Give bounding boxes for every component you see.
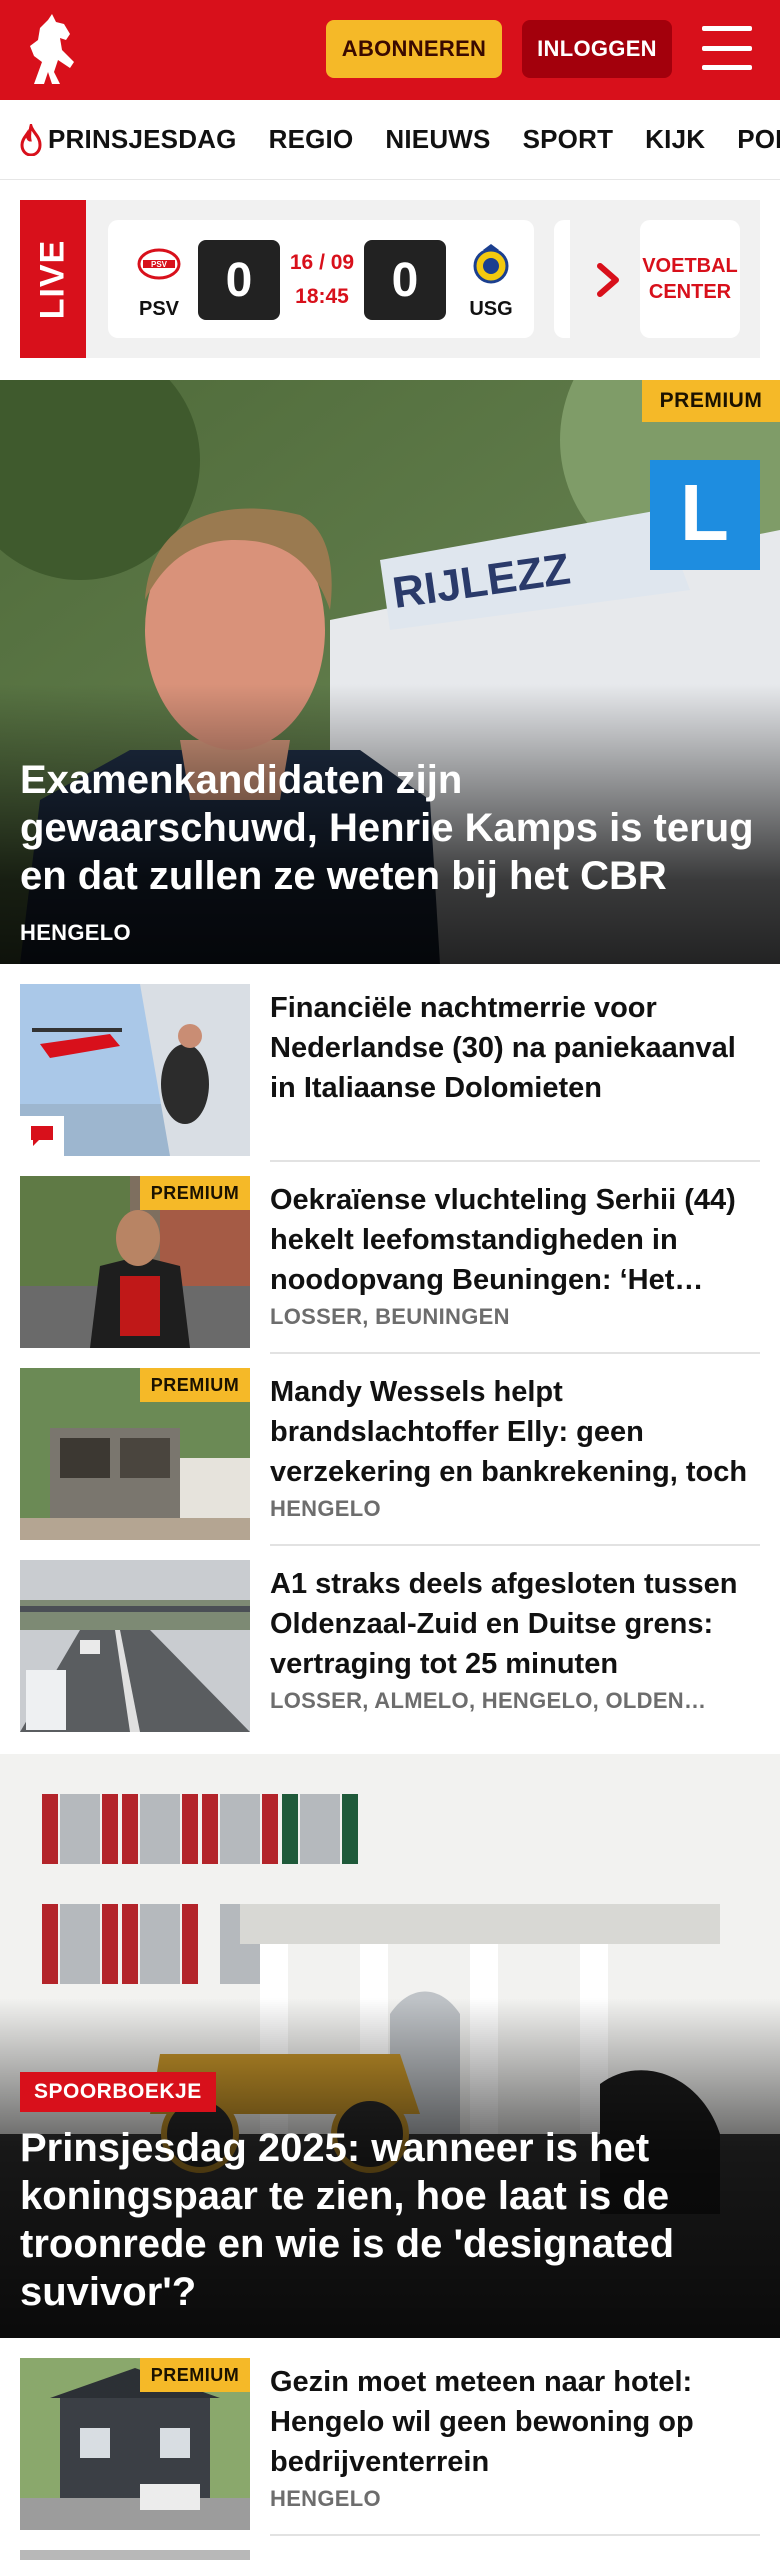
article-location: LOSSER, BEUNINGEN: [270, 1304, 510, 1329]
hero-location: HENGELO: [20, 920, 131, 945]
live-tag: LIVE: [20, 200, 86, 358]
premium-badge: PREMIUM: [140, 1176, 250, 1210]
hero-article[interactable]: RIJLEZZ L PREMIUM Examenkandidaten zijn …: [0, 380, 780, 964]
away-team: USG: [456, 242, 526, 321]
match-time: 18:45: [295, 285, 349, 308]
list-item[interactable]: PREMIUM Mandy Wessels helpt brandslachto…: [20, 1368, 760, 1546]
article-location: HENGELO: [270, 2486, 381, 2511]
subscribe-button[interactable]: ABONNEREN: [326, 20, 502, 78]
home-team-name: PSV: [138, 298, 180, 320]
list-item[interactable]: PREMIUM Oekraïense vluchteling Serhii (4…: [20, 1176, 760, 1354]
match-date: 16 / 09: [289, 251, 355, 274]
match-datetime: 16 / 09 18:45: [278, 246, 366, 314]
article-thumbnail: PREMIUM: [20, 1176, 250, 1348]
match-card[interactable]: PSV PSV 0 16 / 09 18:45 0 USG: [108, 220, 534, 338]
nav-item-podcast[interactable]: PODCA: [737, 124, 780, 155]
nav-item-kijk[interactable]: KIJK: [645, 124, 705, 155]
article-thumbnail: [20, 984, 250, 1156]
next-match-card-edge[interactable]: [554, 220, 570, 338]
article-thumbnail: [20, 2550, 250, 2560]
premium-badge: PREMIUM: [642, 380, 780, 422]
article-thumbnail: PREMIUM: [20, 1368, 250, 1540]
article-thumbnail: [20, 1560, 250, 1732]
voetbal-center-link[interactable]: VOETBAL CENTER: [640, 220, 740, 338]
category-tag: SPOORBOEKJE: [20, 2072, 216, 2112]
article-title[interactable]: Oekraïense vluchteling Serhii (44) hekel…: [270, 1180, 750, 1300]
top-header: ABONNEREN INLOGGEN: [0, 0, 780, 100]
premium-badge: PREMIUM: [140, 1368, 250, 1402]
menu-icon[interactable]: [702, 26, 752, 70]
article-title[interactable]: A1 straks deels afgesloten tussen Oldenz…: [270, 1564, 750, 1684]
list-item[interactable]: A1 straks deels afgesloten tussen Oldenz…: [20, 1560, 760, 1738]
list-item[interactable]: PREMIUM Gezin moet meteen naar hotel: He…: [20, 2358, 760, 2536]
away-score: 0: [364, 240, 446, 320]
article-title[interactable]: Gezin moet meteen naar hotel: Hengelo wi…: [270, 2362, 750, 2482]
comment-icon: [20, 1116, 64, 1156]
list-item[interactable]: Financiële nachtmerrie voor Nederlandse …: [20, 984, 760, 1162]
flame-icon: [20, 123, 42, 156]
hero-title[interactable]: Prinsjesdag 2025: wanneer is het konings…: [20, 2124, 760, 2316]
premium-badge: PREMIUM: [140, 2358, 250, 2392]
away-team-name: USG: [469, 298, 513, 320]
article-title[interactable]: Financiële nachtmerrie voor Nederlandse …: [270, 988, 750, 1108]
horse-logo-icon[interactable]: [20, 10, 84, 90]
psv-crest-icon: PSV: [137, 248, 181, 280]
usg-crest-icon: [473, 244, 509, 284]
nav-label: PRINSJESDAG: [48, 124, 237, 154]
hero-article-prinsjesdag[interactable]: SPOORBOEKJE Prinsjesdag 2025: wanneer is…: [0, 1754, 780, 2338]
main-nav: PRINSJESDAG REGIO NIEUWS SPORT KIJK PODC…: [0, 100, 780, 180]
list-item-partial[interactable]: [20, 2550, 760, 2560]
nav-item-regio[interactable]: REGIO: [269, 124, 354, 155]
hero-title[interactable]: Examenkandidaten zijn gewaarschuwd, Henr…: [20, 756, 760, 900]
login-button[interactable]: INLOGGEN: [522, 20, 672, 78]
article-thumbnail: PREMIUM: [20, 2358, 250, 2530]
nav-item-prinsjesdag[interactable]: PRINSJESDAG: [18, 123, 237, 156]
svg-text:PSV: PSV: [151, 260, 168, 269]
article-title[interactable]: Mandy Wessels helpt brandslachtoffer Ell…: [270, 1372, 750, 1492]
article-location: HENGELO: [270, 1496, 381, 1521]
svg-text:L: L: [680, 468, 729, 557]
chevron-right-icon[interactable]: [592, 262, 624, 298]
article-location: LOSSER, ALMELO, HENGELO, OLDEN…: [270, 1688, 707, 1713]
nav-item-nieuws[interactable]: NIEUWS: [385, 124, 490, 155]
home-team: PSV PSV: [124, 242, 194, 321]
nav-item-sport[interactable]: SPORT: [523, 124, 614, 155]
home-score: 0: [198, 240, 280, 320]
